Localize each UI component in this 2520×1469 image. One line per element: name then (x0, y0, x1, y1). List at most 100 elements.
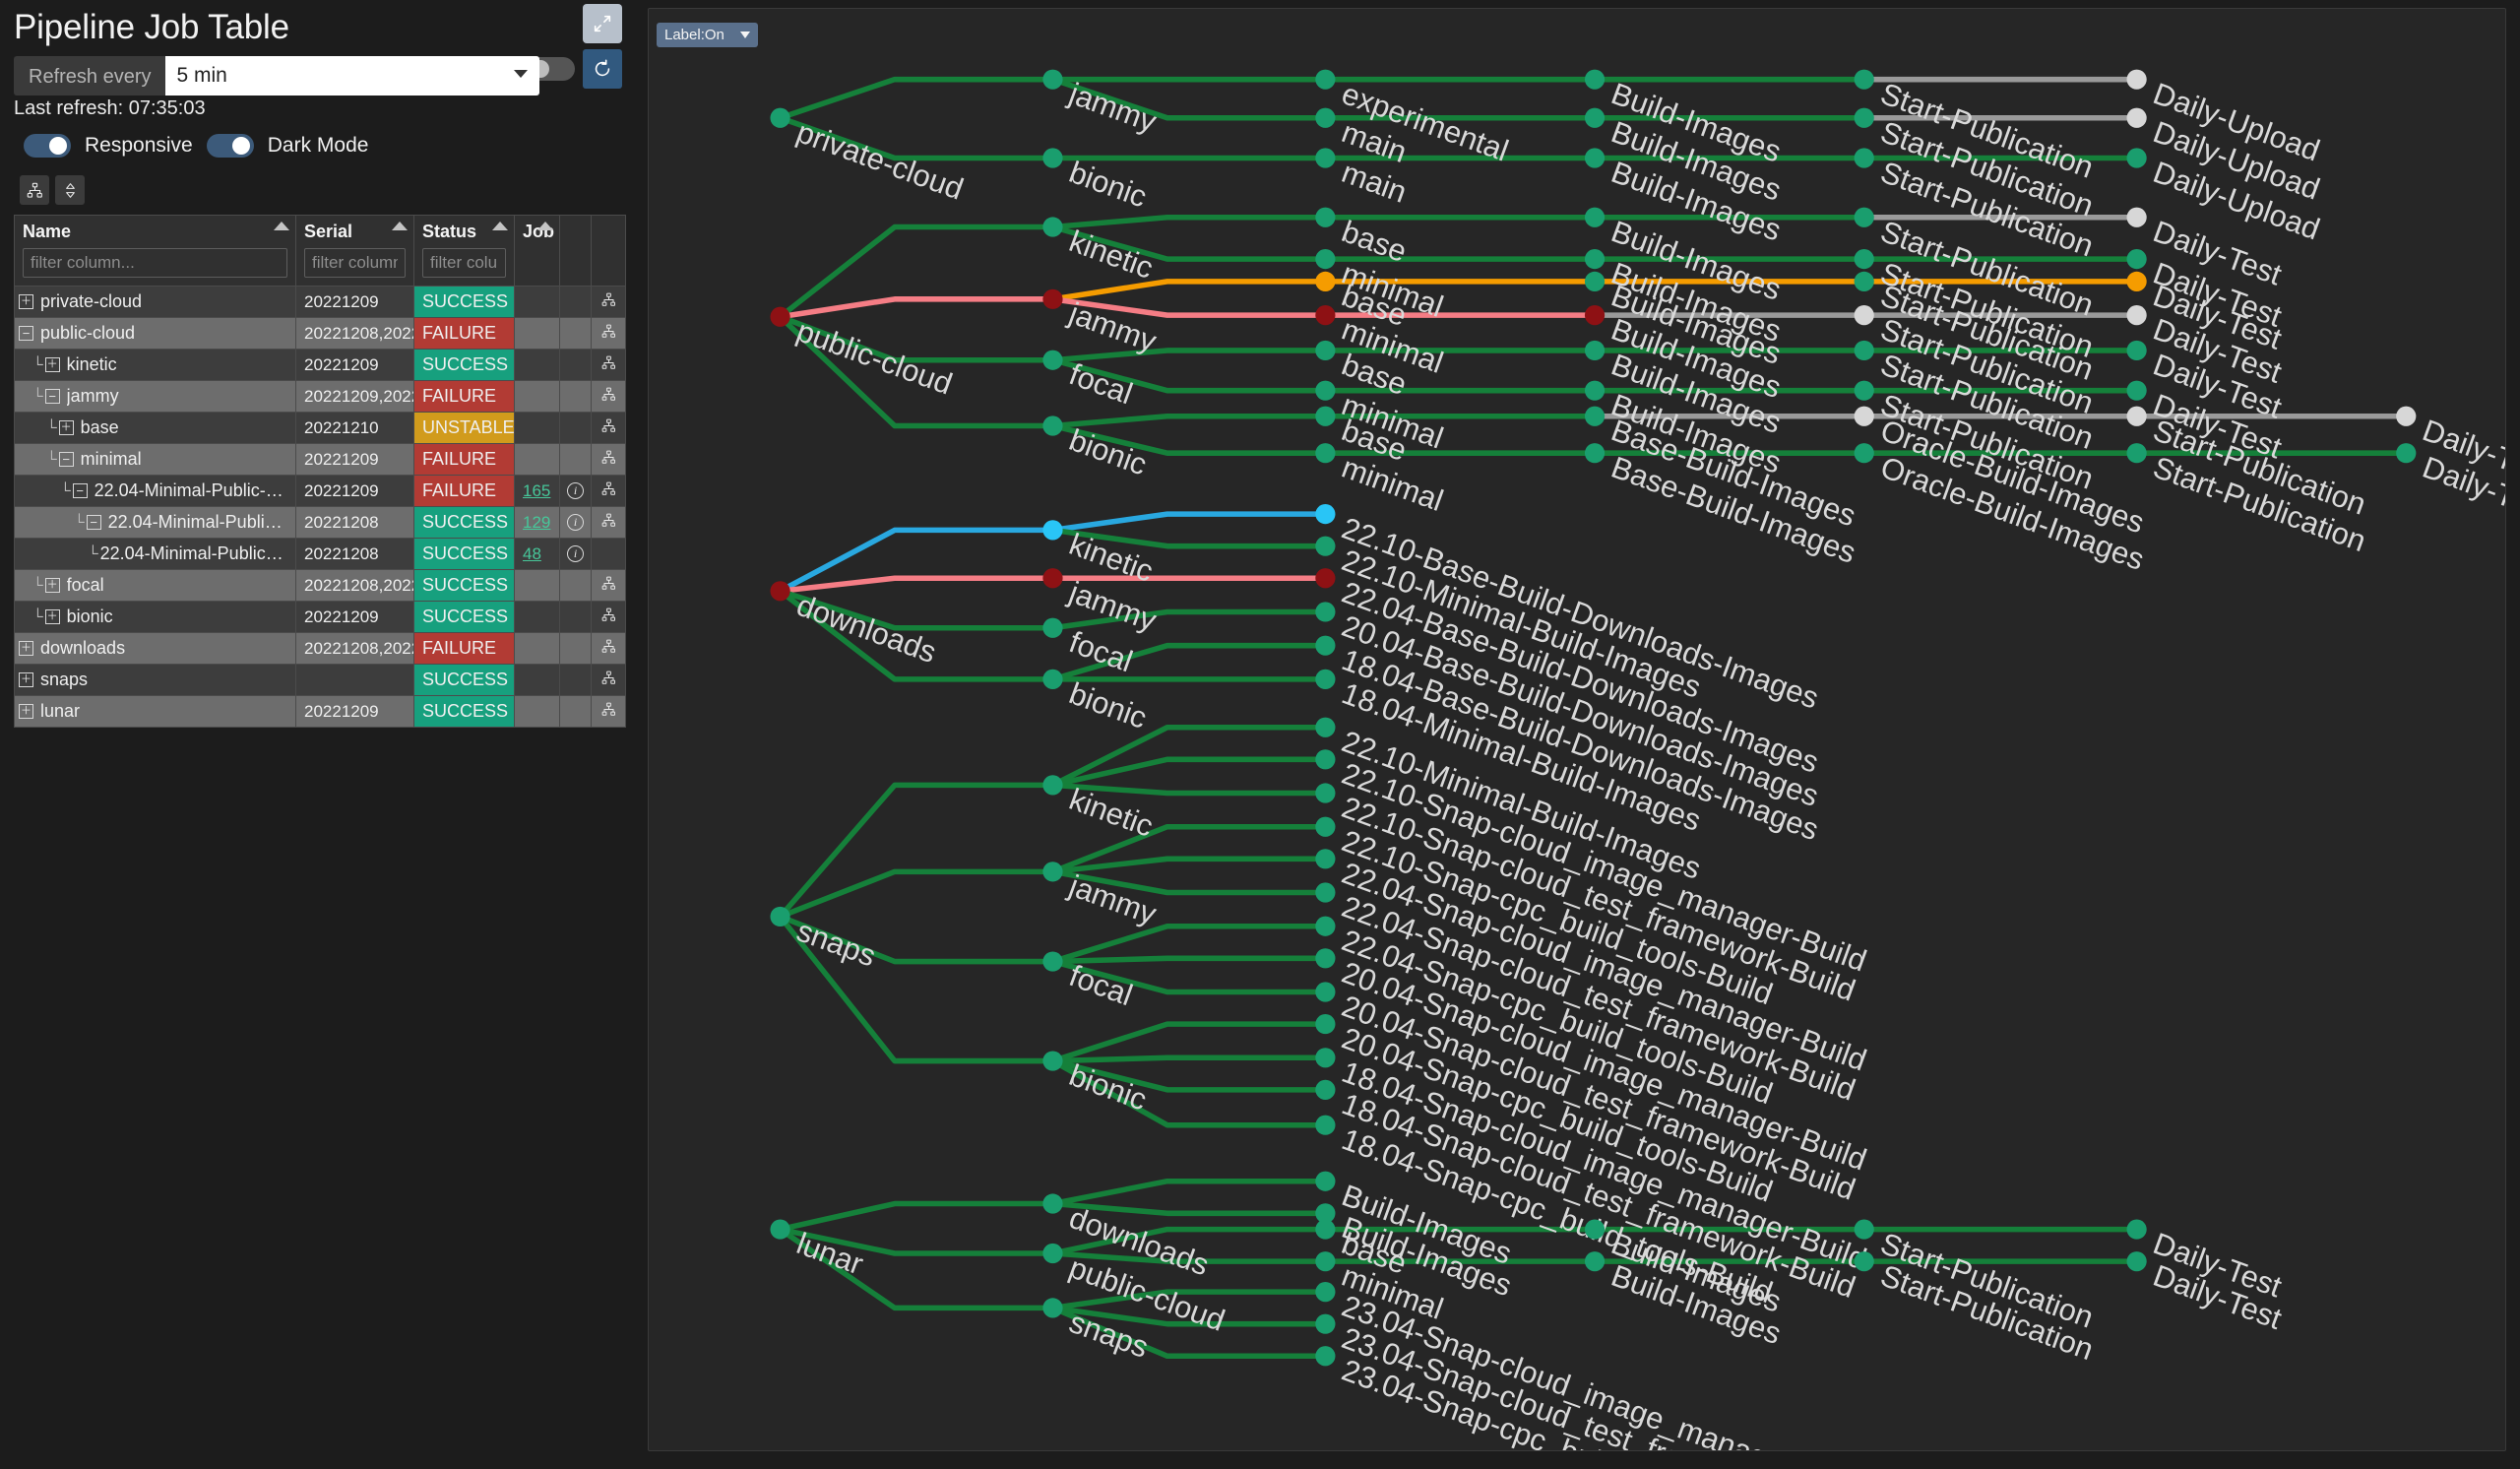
cell-tree-action[interactable] (592, 412, 625, 443)
sort-asc-icon[interactable] (392, 222, 408, 230)
graph-node-dot[interactable] (1315, 1079, 1336, 1100)
expand-row-icon[interactable]: ＋ (58, 420, 74, 435)
job-number-link[interactable]: 48 (523, 539, 541, 569)
graph-node-dot[interactable] (1854, 69, 1874, 90)
filter-input-status[interactable] (422, 248, 506, 278)
graph-node-dot[interactable] (1854, 380, 1874, 401)
graph-node-dot[interactable] (1315, 305, 1336, 326)
table-row[interactable]: └＋ focal 20221208,2022...SUCCESS (15, 569, 625, 601)
cell-info[interactable]: i (560, 475, 592, 506)
graph-node-dot[interactable] (1315, 749, 1336, 770)
graph-node-dot[interactable] (1315, 816, 1336, 837)
graph-node-dot[interactable] (2126, 271, 2147, 292)
graph-node-dot[interactable] (1315, 107, 1336, 128)
graph-node-dot[interactable] (1315, 443, 1336, 464)
graph-node-dot[interactable] (1315, 916, 1336, 936)
graph-node-dot[interactable] (1584, 1251, 1606, 1272)
table-row[interactable]: └−22.04-Minimal-Public-Cloud-S...2022120… (15, 506, 625, 538)
tree-view-icon[interactable] (601, 665, 616, 695)
sort-asc-icon[interactable] (274, 222, 289, 230)
graph-node-dot[interactable] (1042, 1243, 1063, 1264)
info-icon[interactable]: i (567, 514, 584, 531)
graph-node-dot[interactable] (1854, 406, 1874, 426)
refresh-now-button[interactable] (583, 49, 622, 89)
graph-node-dot[interactable] (1584, 305, 1606, 326)
cell-tree-action[interactable] (592, 286, 625, 317)
graph-node-dot[interactable] (1315, 717, 1336, 737)
graph-node-dot[interactable] (770, 306, 790, 327)
graph-node-dot[interactable] (1315, 783, 1336, 803)
tree-view-icon[interactable] (601, 570, 616, 601)
graph-node-dot[interactable] (1854, 1219, 1874, 1240)
graph-node-dot[interactable] (1584, 340, 1606, 361)
graph-node-dot[interactable] (2126, 107, 2147, 128)
cell-job[interactable]: 129 (515, 506, 560, 538)
graph-node-dot[interactable] (1584, 207, 1606, 227)
graph-node[interactable]: kinetic (1042, 217, 1158, 286)
table-row[interactable]: └ − minimal 20221209 FAILURE (15, 443, 625, 475)
graph-node-dot[interactable] (770, 107, 790, 128)
graph-node-dot[interactable] (1042, 148, 1063, 168)
table-row[interactable]: └ ＋ kinetic 20221209 SUCCESS (15, 349, 625, 380)
tree-view-icon[interactable] (601, 444, 616, 475)
column-header-status[interactable]: Status (414, 215, 515, 286)
graph-node-dot[interactable] (1315, 1219, 1336, 1240)
collapse-row-icon[interactable]: − (44, 389, 60, 404)
cell-tree-action[interactable] (592, 317, 625, 349)
graph-node-dot[interactable] (1315, 340, 1336, 361)
table-row[interactable]: └ ＋ base 20221210 UNSTABLE (15, 412, 625, 443)
graph-node-dot[interactable] (1315, 536, 1336, 556)
expand-row-icon[interactable]: ＋ (19, 672, 33, 687)
table-row[interactable]: ＋ snaps SUCCESS (15, 664, 625, 695)
graph-node[interactable]: kinetic (1042, 775, 1158, 844)
graph-node-dot[interactable] (1315, 148, 1336, 168)
expand-row-icon[interactable]: ＋ (44, 609, 60, 624)
graph-node-dot[interactable] (2126, 1251, 2147, 1272)
cell-tree-action[interactable] (592, 475, 625, 506)
cell-tree-action[interactable] (592, 506, 625, 538)
graph-node-dot[interactable] (1584, 69, 1606, 90)
expand-row-icon[interactable]: ＋ (19, 704, 33, 719)
table-row[interactable]: ＋ private-cloud 20221209 SUCCESS (15, 286, 625, 317)
graph-node-dot[interactable] (2126, 305, 2147, 326)
job-number-link[interactable]: 165 (523, 476, 550, 506)
sort-asc-icon[interactable] (492, 222, 508, 230)
expand-row-icon[interactable]: ＋ (19, 294, 33, 309)
graph-node-dot[interactable] (1584, 107, 1606, 128)
graph-node-dot[interactable] (1854, 249, 1874, 270)
graph-node-dot[interactable] (1042, 1193, 1063, 1214)
graph-node-dot[interactable] (2126, 380, 2147, 401)
graph-node-dot[interactable] (1042, 1051, 1063, 1071)
cell-info[interactable]: i (560, 506, 592, 538)
graph-node-dot[interactable] (1584, 1219, 1606, 1240)
label-toggle-button[interactable]: Label:On (657, 23, 758, 47)
cell-info[interactable]: i (560, 538, 592, 569)
info-icon[interactable]: i (567, 545, 584, 562)
collapse-row-icon[interactable]: − (86, 515, 101, 530)
responsive-toggle[interactable] (24, 134, 71, 158)
tree-view-icon[interactable] (601, 476, 616, 506)
table-row[interactable]: ＋ downloads 20221208,2022...FAILURE (15, 632, 625, 664)
graph-node-dot[interactable] (1854, 148, 1874, 168)
cell-tree-action[interactable] (592, 632, 625, 664)
graph-node-dot[interactable] (2126, 406, 2147, 426)
tree-view-icon[interactable] (601, 413, 616, 443)
graph-node[interactable]: jammy (1042, 862, 1162, 931)
graph-node-dot[interactable] (1854, 443, 1874, 464)
graph-node-dot[interactable] (1042, 288, 1063, 309)
graph-node-dot[interactable] (1315, 406, 1336, 426)
graph-node-dot[interactable] (1315, 602, 1336, 622)
graph-node-dot[interactable] (1315, 69, 1336, 90)
graph-node[interactable]: jammy (1042, 288, 1162, 359)
collapse-row-icon[interactable]: − (19, 326, 33, 341)
graph-node-dot[interactable] (1042, 775, 1063, 796)
graph-node-dot[interactable] (2126, 207, 2147, 227)
graph-node-dot[interactable] (1315, 1282, 1336, 1303)
graph-node-dot[interactable] (2126, 148, 2147, 168)
graph-node-dot[interactable] (1042, 217, 1063, 237)
graph-node[interactable]: bionic (1042, 415, 1152, 482)
graph-node-dot[interactable] (1854, 207, 1874, 227)
cell-job[interactable]: 165 (515, 475, 560, 506)
graph-node-dot[interactable] (1854, 107, 1874, 128)
dark-mode-toggle[interactable] (206, 134, 254, 158)
